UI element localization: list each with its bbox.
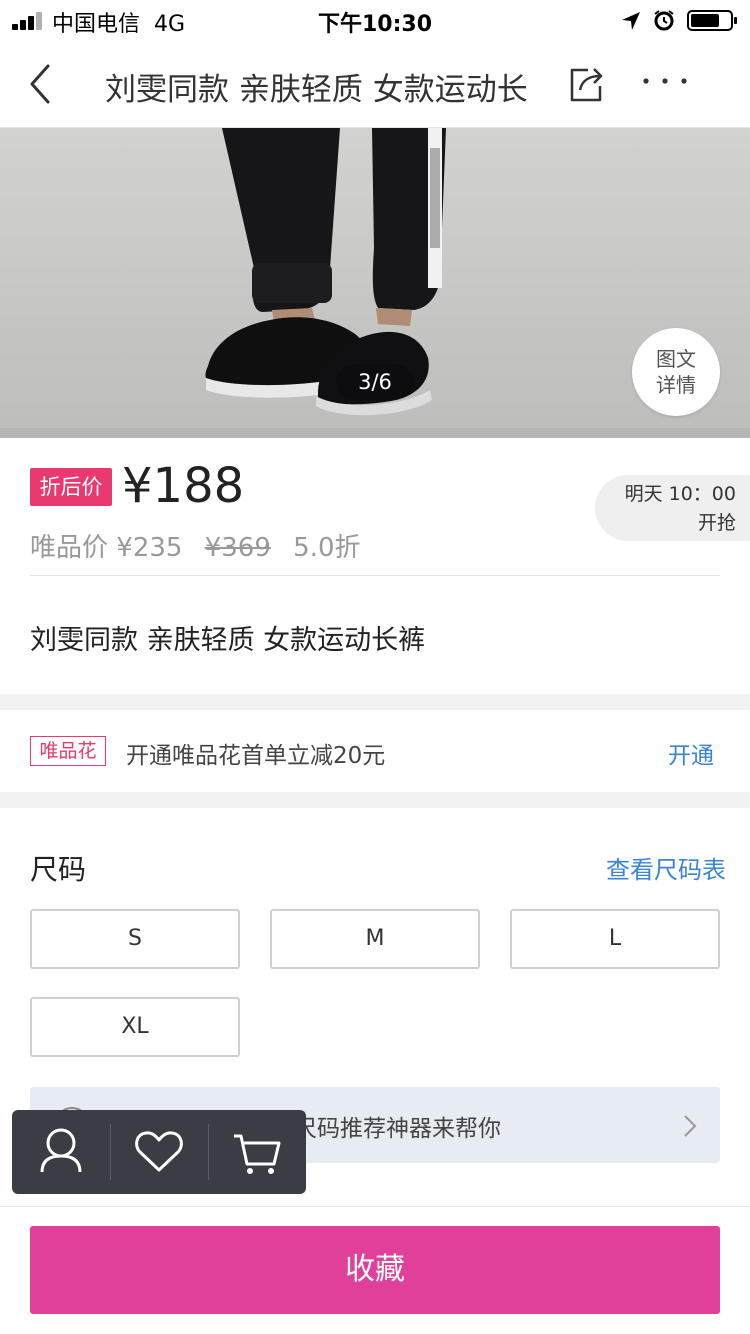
nav-bar: 刘雯同款 亲肤轻质 女款运动长	[0, 40, 750, 128]
size-option-s[interactable]: S	[30, 909, 240, 969]
current-price: ¥188	[122, 458, 245, 514]
credit-open-link[interactable]: 开通	[668, 736, 714, 770]
size-option-l[interactable]: L	[510, 909, 720, 969]
credit-badge: 唯品花	[30, 736, 106, 766]
share-icon[interactable]	[566, 64, 606, 104]
flash-sale-label: 开抢	[697, 512, 736, 534]
image-counter: 3/6	[336, 364, 414, 400]
image-detail-button[interactable]: 图文 详情	[632, 328, 720, 416]
discount-price-tag: 折后价	[30, 468, 112, 506]
section-gap	[0, 792, 750, 808]
favorite-button[interactable]: 收藏	[30, 1226, 720, 1314]
vip-price: ¥235	[116, 533, 183, 563]
discount-rate: 5.0折	[293, 533, 361, 563]
section-gap	[0, 694, 750, 710]
sub-price-row: 唯品价 ¥235 ¥369 5.0折	[30, 527, 361, 564]
vip-price-label: 唯品价	[30, 533, 109, 563]
detail-label-1: 图文	[656, 347, 696, 371]
nav-title: 刘雯同款 亲肤轻质 女款运动长	[105, 72, 528, 108]
bottom-divider	[0, 1206, 750, 1207]
flash-sale-time: 明天 10：00	[624, 483, 736, 505]
size-option-m[interactable]: M	[270, 909, 480, 969]
product-name: 刘雯同款 亲肤轻质 女款运动长裤	[30, 625, 426, 656]
cart-button[interactable]	[208, 1110, 306, 1194]
favorite-toggle[interactable]	[110, 1110, 208, 1194]
status-bar: 中国电信 4G 下午10:30	[0, 0, 750, 40]
credit-promo-text: 开通唯品花首单立减20元	[126, 743, 386, 769]
user-icon	[40, 1128, 82, 1173]
size-option-xl[interactable]: XL	[30, 997, 240, 1057]
flash-sale-badge: 明天 10：00 开抢	[595, 475, 750, 541]
product-image[interactable]: 3/6 图文 详情	[0, 128, 750, 438]
credit-promo-row[interactable]: 唯品花 开通唯品花首单立减20元 开通	[0, 710, 750, 792]
chevron-right-icon	[684, 1115, 697, 1137]
cart-icon	[234, 1134, 281, 1174]
battery-icon	[687, 10, 737, 31]
heart-icon	[135, 1131, 183, 1172]
location-icon	[622, 12, 640, 30]
divider	[30, 575, 720, 576]
more-icon[interactable]	[640, 66, 690, 96]
detail-label-2: 详情	[656, 373, 696, 397]
original-price: ¥369	[204, 533, 271, 563]
back-icon[interactable]	[22, 60, 62, 108]
floating-toolbar	[12, 1110, 306, 1194]
size-chart-link[interactable]: 查看尺码表	[606, 850, 726, 885]
alarm-icon	[654, 10, 674, 31]
size-section-title: 尺码	[30, 853, 87, 886]
profile-button[interactable]	[12, 1110, 110, 1194]
